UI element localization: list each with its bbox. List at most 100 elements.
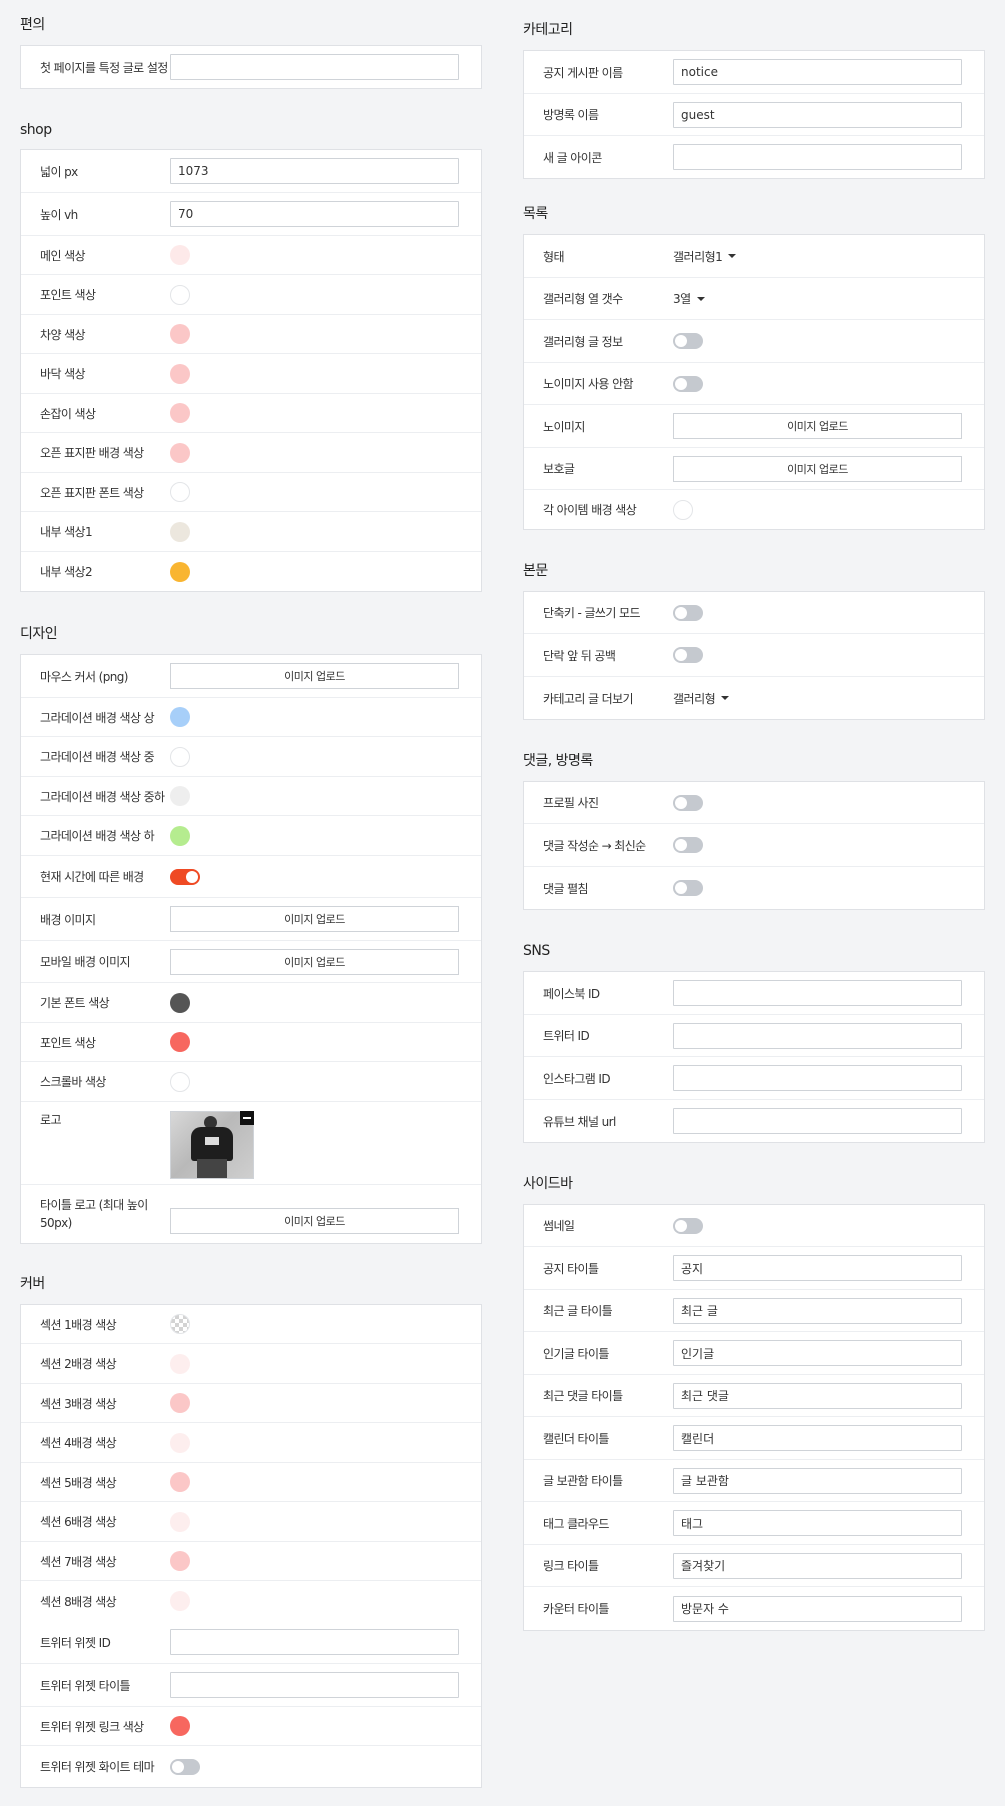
sidebar-title-input[interactable] [673,1552,962,1579]
row-text-field: 링크 타이틀 [524,1545,984,1587]
sns-input[interactable] [673,1065,962,1091]
guestbook-name-input[interactable] [673,101,962,128]
row-point-color: 포인트 색상 [21,1023,481,1062]
shortcut-toggle[interactable] [673,604,703,621]
sidebar-title-input[interactable] [673,1595,962,1622]
comment-order-toggle[interactable] [673,837,703,853]
comment-expand-toggle[interactable] [673,880,703,896]
title-logo-upload-button[interactable]: 이미지 업로드 [170,1208,459,1234]
color-swatch[interactable] [170,284,190,305]
gallery-columns-dropdown[interactable]: 3열 [673,290,705,307]
dropdown-value: 갤러리형 [673,691,716,706]
field-label: 섹션 4배경 색상 [40,1436,117,1450]
sidebar-title-input[interactable] [673,1340,962,1366]
field-label: 댓글 작성순 → 최신순 [543,838,646,853]
color-swatch[interactable] [170,521,190,542]
color-swatch[interactable] [170,324,190,344]
row-thumbnail: 썸네일 [524,1205,984,1247]
color-swatch[interactable] [170,245,190,265]
sidebar-title-input[interactable] [673,1297,962,1324]
cursor-upload-button[interactable]: 이미지 업로드 [170,663,459,689]
sidebar-title-input[interactable] [673,1255,962,1281]
field-label: 썸네일 [543,1219,575,1233]
field-label: 오픈 표지판 배경 색상 [40,446,144,460]
color-swatch[interactable] [170,1071,190,1092]
color-swatch[interactable] [170,825,190,846]
color-swatch[interactable] [170,1472,190,1492]
protected-upload-button[interactable]: 이미지 업로드 [673,455,962,482]
color-swatch[interactable] [170,561,190,582]
row-protected: 보호글 이미지 업로드 [524,448,984,490]
color-swatch[interactable] [170,786,190,806]
color-swatch[interactable] [170,1591,190,1611]
list-type-dropdown[interactable]: 갤러리형1 [673,248,737,265]
shop-height-input[interactable] [170,201,459,227]
color-swatch[interactable] [170,992,190,1013]
first-page-input[interactable] [170,54,459,80]
sidebar-title-input[interactable] [673,1467,962,1494]
twitter-widget-title-input[interactable] [170,1672,459,1698]
row-twitter-id: 트위터 위젯 ID [21,1621,481,1664]
sns-input[interactable] [673,1108,962,1134]
field-label: 기본 폰트 색상 [40,996,110,1010]
sidebar-title-input[interactable] [673,1425,962,1451]
row-text-field: 최근 글 타이틀 [524,1290,984,1332]
sns-input[interactable] [673,1022,962,1049]
row-color: 섹션 6배경 색상 [21,1502,481,1542]
field-label: 모바일 배경 이미지 [40,955,131,969]
field-label: 섹션 1배경 색상 [40,1317,117,1332]
noimage-off-toggle[interactable] [673,375,703,392]
section-title: 카테고리 [523,22,573,38]
color-swatch[interactable] [170,1032,190,1052]
row-grad-low: 그라데이션 배경 색상 하 [21,816,481,856]
profile-photo-toggle[interactable] [673,794,703,811]
row-font-color: 기본 폰트 색상 [21,983,481,1023]
gallery-info-toggle[interactable] [673,333,703,349]
noimage-upload-button[interactable]: 이미지 업로드 [673,413,962,439]
field-label: 트위터 위젯 링크 색상 [40,1719,144,1734]
field-label: 첫 페이지를 특정 글로 설정 [40,60,168,75]
color-swatch[interactable] [170,1393,190,1413]
field-label: 카운터 타이틀 [543,1602,609,1616]
category-more-dropdown[interactable]: 갤러리형 [673,690,730,707]
color-swatch[interactable] [170,1716,190,1736]
row-item-bg: 각 아이템 배경 색상 [524,490,984,529]
color-swatch[interactable] [170,1551,190,1571]
color-swatch[interactable] [170,403,190,423]
remove-logo-button[interactable] [240,1111,254,1125]
notice-name-input[interactable] [673,59,962,85]
color-swatch[interactable] [673,499,693,520]
section-title: 디자인 [20,626,58,642]
row-shop-width: 넓이 px [21,150,481,193]
color-swatch[interactable] [170,1353,190,1374]
sidebar-title-input[interactable] [673,1510,962,1536]
color-swatch[interactable] [170,1432,190,1453]
sidebar-title-input[interactable] [673,1382,962,1409]
row-text-field: 태그 클라우드 [524,1502,984,1545]
color-swatch[interactable] [170,707,190,727]
color-swatch[interactable] [170,442,190,463]
card-comments: 프로필 사진 댓글 작성순 → 최신순 댓글 펼침 [523,781,985,910]
bg-image-upload-button[interactable]: 이미지 업로드 [170,906,459,932]
row-profile: 프로필 사진 [524,782,984,824]
sns-input[interactable] [673,980,962,1006]
color-swatch[interactable] [170,363,190,384]
field-label: 단락 앞 뒤 공백 [543,648,616,663]
twitter-white-theme-toggle[interactable] [170,1758,200,1775]
paragraph-spacing-toggle[interactable] [673,647,703,663]
color-swatch[interactable] [170,482,190,502]
new-post-icon-input[interactable] [673,144,962,170]
color-swatch[interactable] [170,1511,190,1532]
field-label: 섹션 6배경 색상 [40,1515,117,1529]
time-bg-toggle[interactable] [170,868,200,885]
field-label: 최근 글 타이틀 [543,1304,613,1318]
field-label: 캘린더 타이틀 [543,1431,609,1446]
row-text-field: 캘린더 타이틀 [524,1417,984,1460]
twitter-widget-id-input[interactable] [170,1629,459,1655]
color-swatch[interactable] [170,746,190,767]
thumbnail-toggle[interactable] [673,1217,703,1234]
mobile-bg-upload-button[interactable]: 이미지 업로드 [170,948,459,975]
color-swatch[interactable] [170,1314,190,1334]
shop-width-input[interactable] [170,158,459,184]
row-paragraph: 단락 앞 뒤 공백 [524,634,984,677]
